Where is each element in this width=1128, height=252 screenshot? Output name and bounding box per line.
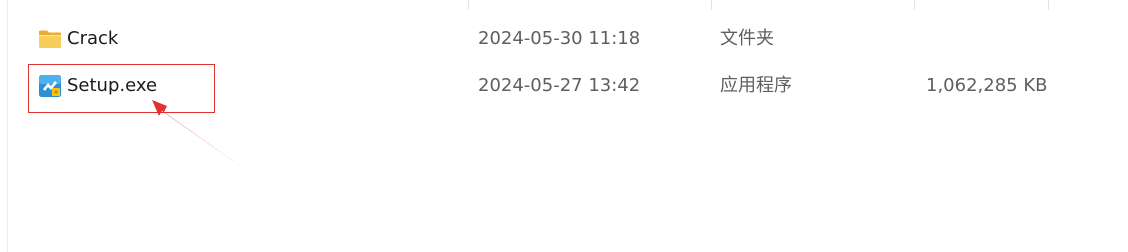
pane-left-border	[7, 0, 8, 252]
column-divider-date[interactable]	[468, 0, 469, 10]
file-list-pane: Crack 2024-05-30 11:18 文件夹 Setup.exe 202…	[0, 0, 1128, 252]
file-type: 文件夹	[720, 28, 774, 49]
file-date-modified: 2024-05-27 13:42	[478, 75, 641, 96]
file-name: Crack	[67, 28, 119, 49]
file-size: 1,062,285 KB	[926, 75, 1048, 96]
red-arrow-icon	[152, 100, 246, 170]
column-divider-size[interactable]	[914, 0, 915, 10]
file-row-crack[interactable]: Crack 2024-05-30 11:18 文件夹	[28, 21, 1108, 57]
column-divider-end[interactable]	[1048, 0, 1049, 10]
file-date-modified: 2024-05-30 11:18	[478, 28, 641, 49]
column-divider-type[interactable]	[711, 0, 712, 10]
folder-icon	[39, 30, 61, 48]
file-type: 应用程序	[720, 75, 792, 96]
